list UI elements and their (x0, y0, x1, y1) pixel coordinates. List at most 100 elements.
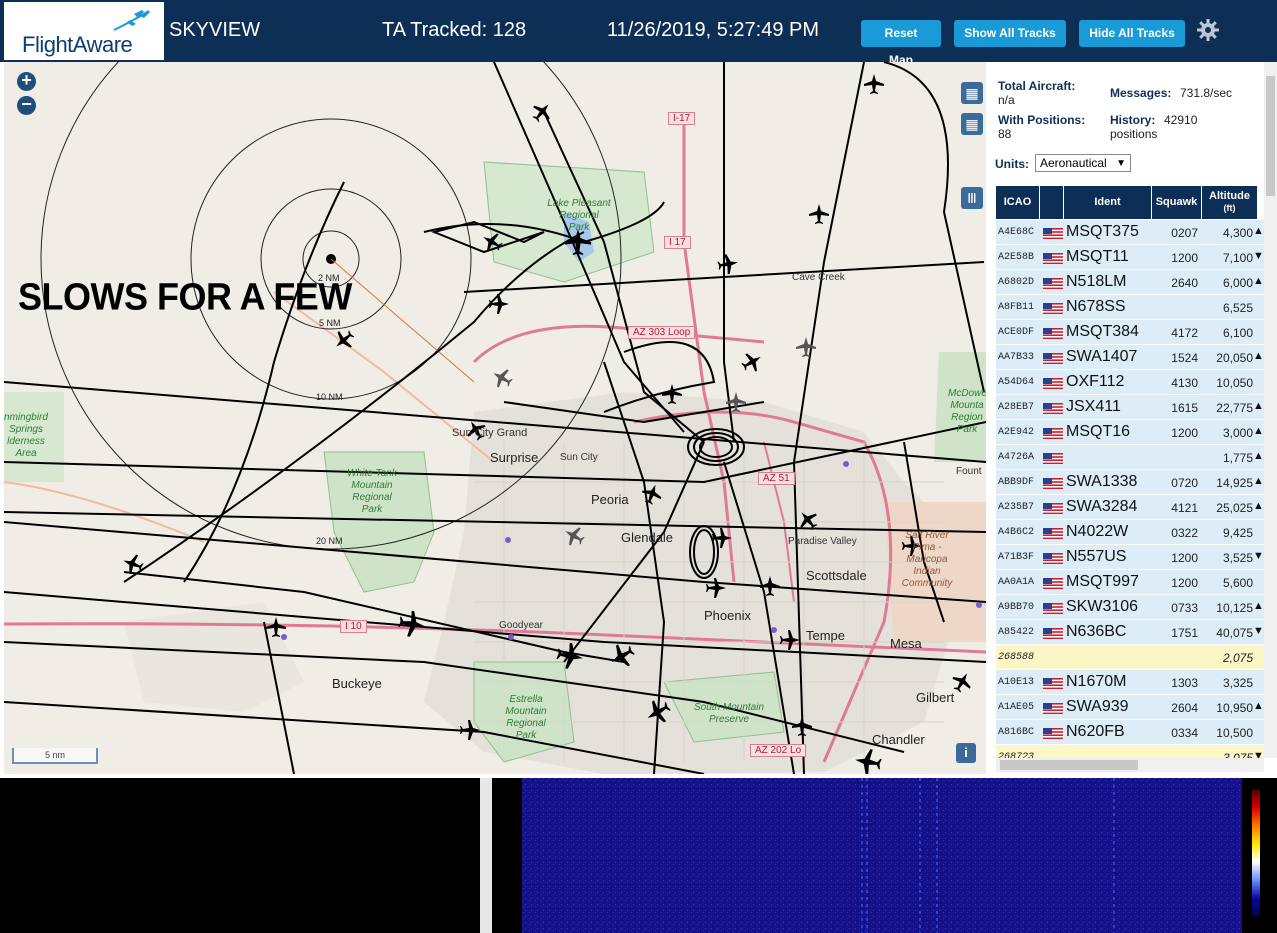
cell-squawk: 1524 (1171, 351, 1198, 365)
us-flag-icon (1043, 628, 1063, 639)
cell-squawk: 1200 (1171, 551, 1198, 565)
cell-icao: A10E13 (998, 677, 1035, 688)
table-row[interactable]: A10E13 N1670M 1303 3,325 (996, 670, 1264, 695)
cell-ident: N518LM (1066, 273, 1127, 290)
cell-ident: N636BC (1066, 623, 1127, 640)
columns-toggle-icon[interactable]: Ⅲ (961, 187, 983, 209)
place-sun-city: Sun City (560, 452, 598, 463)
map-info-icon[interactable]: i (956, 743, 976, 763)
table-row[interactable]: AA7B33 SWA1407 1524 20,050 ▲ (996, 345, 1264, 370)
table-row[interactable]: ACE0DF MSQT384 4172 6,100 (996, 320, 1264, 345)
cell-altitude: 10,500 (1216, 726, 1253, 740)
place-glendale: Glendale (621, 530, 674, 545)
road-shield-i10: I 10 (340, 620, 367, 633)
altitude-trend-icon: ▲ (1253, 275, 1264, 287)
zoom-out-button[interactable]: − (17, 95, 36, 115)
place-phoenix: Phoenix (704, 608, 751, 623)
col-flag[interactable] (1040, 186, 1064, 219)
cell-icao: AA7B33 (998, 352, 1035, 363)
place-mesa: Mesa (890, 636, 922, 651)
hide-all-tracks-button[interactable]: Hide All Tracks (1079, 20, 1185, 47)
altitude-trend-icon: ▲ (1253, 350, 1264, 362)
table-row[interactable]: AA0A1A MSQT997 1200 5,600 (996, 570, 1264, 595)
us-flag-icon (1043, 703, 1063, 714)
table-row[interactable]: ABB9DF SWA1338 0720 14,925 ▲ (996, 470, 1264, 495)
cell-squawk: 1615 (1171, 401, 1198, 415)
cell-altitude: 7,100 (1222, 251, 1253, 265)
reset-map-button[interactable]: Reset Map (861, 20, 941, 67)
col-icao[interactable]: ICAO (996, 186, 1040, 219)
table-row[interactable]: A6802D N518LM 2640 6,000 ▲ (996, 270, 1264, 295)
table-row[interactable]: A4726A 1,775 ▲ (996, 445, 1264, 470)
cell-squawk: 0322 (1171, 526, 1198, 540)
cell-altitude: 10,125 (1216, 601, 1253, 615)
horizontal-scroll-thumb[interactable] (1000, 760, 1138, 770)
units-select[interactable]: Aeronautical ▼ (1035, 154, 1131, 172)
us-flag-icon (1043, 478, 1063, 489)
table-row[interactable]: A4E68C MSQT375 0207 4,300 ▲ (996, 220, 1264, 245)
cell-altitude: 9,425 (1222, 526, 1253, 540)
zoom-in-button[interactable]: + (17, 71, 36, 91)
table-row[interactable]: 268588 2,075 (996, 645, 1264, 670)
grid-toggle-icon[interactable]: ▦ (961, 113, 983, 135)
col-squawk[interactable]: Squawk (1152, 186, 1202, 219)
cell-ident: SWA1407 (1066, 348, 1138, 365)
table-row[interactable]: A85422 N636BC 1751 40,075 ▼ (996, 620, 1264, 645)
vertical-scroll-thumb[interactable] (1266, 76, 1275, 196)
settings-gear-icon[interactable] (1196, 18, 1220, 42)
altitude-trend-icon: ▲ (1253, 700, 1264, 712)
altitude-trend-icon: ▼ (1253, 250, 1264, 262)
cell-icao: ABB9DF (998, 477, 1035, 488)
table-row[interactable]: A235B7 SWA3284 4121 25,025 ▲ (996, 495, 1264, 520)
ring-label-2nm: 2 NM (318, 273, 340, 283)
cell-altitude: 10,050 (1216, 376, 1253, 390)
cell-squawk: 2604 (1171, 701, 1198, 715)
cell-ident: SKW3106 (1066, 598, 1139, 615)
cell-altitude: 22,775 (1216, 401, 1253, 415)
us-flag-icon (1043, 278, 1063, 289)
show-all-tracks-button[interactable]: Show All Tracks (954, 20, 1066, 47)
top-header: FlightAware SKYVIEW TA Tracked: 128 11/2… (0, 0, 1277, 67)
cell-ident: N1670M (1066, 673, 1127, 690)
col-ident[interactable]: Ident (1064, 186, 1152, 219)
cell-icao: A4B6C2 (998, 527, 1035, 538)
table-row[interactable]: A28EB7 JSX411 1615 22,775 ▲ (996, 395, 1264, 420)
table-row[interactable]: A8FB11 N678SS 6,525 (996, 295, 1264, 320)
logo-wordmark: FlightAware (22, 32, 133, 57)
flight-map[interactable]: + − ▦ ▦ Ⅲ SLOWS FOR A FEW 2 NM 5 NM 10 N… (4, 62, 986, 774)
road-shield-az202: AZ 202 Lo (750, 744, 807, 757)
cell-squawk: 1200 (1171, 251, 1198, 265)
table-row[interactable]: A1AE05 SWA939 2604 10,950 ▲ (996, 695, 1264, 720)
table-row[interactable]: A2E942 MSQT16 1200 3,000 ▲ (996, 420, 1264, 445)
table-row[interactable]: A71B3F N557US 1200 3,525 ▼ (996, 545, 1264, 570)
ring-label-10nm: 10 NM (316, 392, 343, 402)
place-chandler: Chandler (872, 732, 925, 747)
cell-squawk: 1303 (1171, 676, 1198, 690)
place-tempe: Tempe (806, 628, 846, 643)
panel-vertical-scrollbar[interactable] (1264, 62, 1277, 758)
table-row[interactable]: A54D64 OXF112 4130 10,050 (996, 370, 1264, 395)
history-value: 42910 (1164, 113, 1198, 127)
cell-icao: A6802D (998, 277, 1035, 288)
cell-icao: A4726A (998, 452, 1035, 463)
cell-icao: A71B3F (998, 552, 1035, 563)
park-south-mountain: South Mountain Preserve (693, 702, 765, 725)
messages-value: 731.8/sec (1180, 86, 1233, 100)
table-row[interactable]: A9BB70 SKW3106 0733 10,125 ▲ (996, 595, 1264, 620)
table-row[interactable]: A4B6C2 N4022W 0322 9,425 (996, 520, 1264, 545)
us-flag-icon (1043, 378, 1063, 389)
col-altitude[interactable]: Altitude (ft) (1202, 186, 1258, 219)
cell-ident: N4022W (1066, 523, 1129, 540)
map-layers-icon[interactable]: ▦ (961, 82, 983, 104)
us-flag-icon (1043, 603, 1063, 614)
panel-horizontal-scrollbar[interactable] (996, 758, 1264, 772)
cell-squawk: 1200 (1171, 576, 1198, 590)
table-row[interactable]: A816BC N620FB 0334 10,500 (996, 720, 1264, 745)
signal-display-left (0, 778, 480, 933)
cell-altitude: 3,525 (1222, 551, 1253, 565)
place-buckeye: Buckeye (332, 676, 382, 691)
altitude-trend-icon: ▲ (1253, 600, 1264, 612)
table-row[interactable]: A2E58B MSQT11 1200 7,100 ▼ (996, 245, 1264, 270)
flightaware-logo[interactable]: FlightAware (4, 2, 164, 60)
cell-altitude: 20,050 (1216, 351, 1253, 365)
